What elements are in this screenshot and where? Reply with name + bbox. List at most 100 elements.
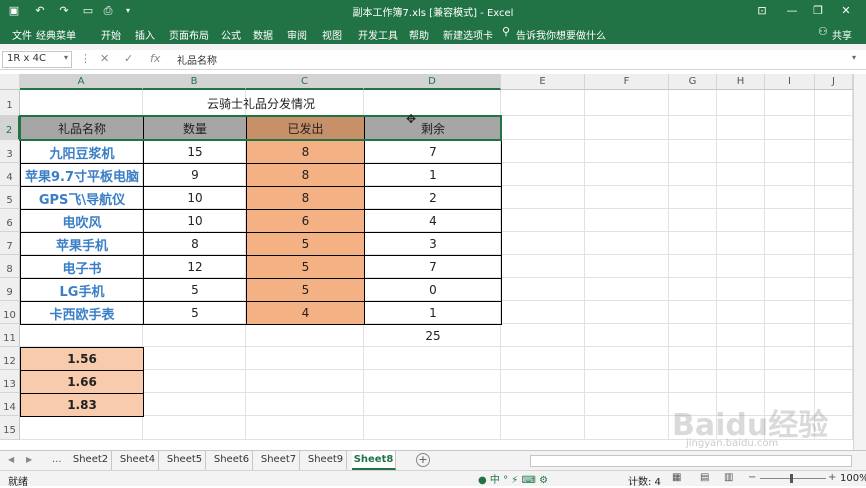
grid-cell[interactable] <box>765 278 815 301</box>
worksheet-grid[interactable]: A B C D E F G H I J 1 2 3 4 5 6 7 8 9 10 11 12 13 14 15 云骑士礼品分发情况… <box>0 74 866 450</box>
ribbon-tab[interactable]: 帮助 <box>409 27 429 42</box>
grid-cell[interactable] <box>765 116 815 140</box>
sent-cell[interactable]: 8 <box>246 186 365 210</box>
ribbon-tab[interactable]: 数据 <box>253 27 273 42</box>
remaining-cell[interactable]: 7 <box>364 255 502 279</box>
formula-input[interactable]: 礼品名称 <box>171 51 851 68</box>
row-header-8[interactable]: 8 <box>0 255 20 278</box>
name-box[interactable]: 1R x 4C ▾ <box>2 51 72 68</box>
grid-cell[interactable] <box>669 163 717 186</box>
sent-cell[interactable]: 8 <box>246 140 365 164</box>
sheet-tab-sheet2[interactable]: Sheet2 <box>70 451 112 470</box>
ribbon-display-icon[interactable]: ⊡ <box>752 2 772 20</box>
grid-cell[interactable] <box>717 347 765 370</box>
enter-icon[interactable]: ✓ <box>124 52 133 65</box>
grid-cell[interactable] <box>765 186 815 209</box>
row-header-10[interactable]: 10 <box>0 301 20 324</box>
remaining-cell[interactable]: 0 <box>364 278 502 302</box>
vertical-scrollbar[interactable] <box>853 74 866 450</box>
column-header-a[interactable]: A <box>20 74 143 90</box>
grid-cell[interactable] <box>815 278 853 301</box>
grid-cell[interactable] <box>717 301 765 324</box>
grid-cell[interactable] <box>717 324 765 347</box>
grid-cell[interactable] <box>501 416 585 440</box>
quantity-cell[interactable]: 10 <box>143 186 247 210</box>
gift-name-cell[interactable]: 苹果手机 <box>20 232 144 256</box>
row-header-5[interactable]: 5 <box>0 186 20 209</box>
grid-cell[interactable] <box>143 347 246 370</box>
share-button[interactable]: 共享 <box>832 27 852 42</box>
grid-cell[interactable] <box>717 209 765 232</box>
grid-cell[interactable] <box>585 370 669 393</box>
grid-cell[interactable] <box>143 393 246 416</box>
grid-cell[interactable] <box>815 347 853 370</box>
ribbon-tab[interactable]: 经典菜单 <box>36 27 76 42</box>
quantity-cell[interactable]: 10 <box>143 209 247 233</box>
quantity-cell[interactable]: 5 <box>143 278 247 302</box>
sheet-tab-sheet4[interactable]: Sheet4 <box>117 451 159 470</box>
normal-view-icon[interactable]: ▦ <box>672 472 681 483</box>
zoom-in-button[interactable]: + <box>828 472 836 483</box>
grid-cell[interactable] <box>815 140 853 163</box>
grid-cell[interactable] <box>717 163 765 186</box>
gift-name-cell[interactable]: 卡西欧手表 <box>20 301 144 325</box>
grid-cell[interactable] <box>143 370 246 393</box>
grid-cell[interactable] <box>765 301 815 324</box>
grid-cell[interactable] <box>501 209 585 232</box>
header-cell-0[interactable]: 礼品名称 <box>20 116 144 141</box>
zoom-level[interactable]: 100% <box>840 473 866 484</box>
zoom-slider-thumb[interactable] <box>790 474 793 483</box>
grid-cell[interactable] <box>501 301 585 324</box>
grid-cell[interactable] <box>501 186 585 209</box>
grid-cell[interactable] <box>717 140 765 163</box>
sent-cell[interactable]: 6 <box>246 209 365 233</box>
grid-cell[interactable] <box>501 278 585 301</box>
grid-cell[interactable] <box>815 255 853 278</box>
grid-cell[interactable] <box>765 347 815 370</box>
sent-cell[interactable]: 4 <box>246 301 365 325</box>
quantity-cell[interactable]: 5 <box>143 301 247 325</box>
column-header-e[interactable]: E <box>501 74 585 90</box>
grid-cell[interactable] <box>585 301 669 324</box>
restore-button[interactable]: ❐ <box>808 2 828 20</box>
ribbon-tab[interactable]: 审阅 <box>287 27 307 42</box>
remaining-cell[interactable]: 2 <box>364 186 502 210</box>
grid-cell[interactable] <box>765 163 815 186</box>
grid-cell[interactable] <box>20 416 143 440</box>
header-cell-2[interactable]: 已发出 <box>246 116 365 141</box>
sent-cell[interactable]: 5 <box>246 255 365 279</box>
quantity-cell[interactable]: 8 <box>143 232 247 256</box>
grid-cell[interactable] <box>717 370 765 393</box>
grid-cell[interactable] <box>501 90 585 116</box>
grid-cell[interactable] <box>815 324 853 347</box>
insert-function-icon[interactable]: fx <box>150 52 160 65</box>
grid-cell[interactable] <box>246 393 364 416</box>
sheet-tab-sheet7[interactable]: Sheet7 <box>258 451 300 470</box>
grid-cell[interactable] <box>765 90 815 116</box>
row-header-15[interactable]: 15 <box>0 416 20 440</box>
gift-name-cell[interactable]: 苹果9.7寸平板电脑 <box>20 163 144 187</box>
sheet-tab-sheet9[interactable]: Sheet9 <box>305 451 347 470</box>
grid-cell[interactable] <box>717 232 765 255</box>
grid-cell[interactable] <box>501 163 585 186</box>
grid-cell[interactable] <box>717 186 765 209</box>
ribbon-tab[interactable]: 开发工具 <box>358 27 398 42</box>
ratio-cell[interactable]: 1.83 <box>20 393 144 417</box>
grid-cell[interactable] <box>765 324 815 347</box>
grid-cell[interactable] <box>765 232 815 255</box>
ribbon-tab[interactable]: 开始 <box>101 27 121 42</box>
row-header-9[interactable]: 9 <box>0 278 20 301</box>
gift-name-cell[interactable]: GPS飞\导航仪 <box>20 186 144 210</box>
grid-cell[interactable] <box>246 370 364 393</box>
grid-cell[interactable] <box>246 324 364 347</box>
grid-cell[interactable] <box>669 116 717 140</box>
sheet-tab-sheet8[interactable]: Sheet8 <box>352 451 396 470</box>
ribbon-tab[interactable]: 视图 <box>322 27 342 42</box>
grid-cell[interactable] <box>364 416 501 440</box>
row-header-14[interactable]: 14 <box>0 393 20 416</box>
grid-cell[interactable] <box>669 370 717 393</box>
grid-cell[interactable] <box>364 370 501 393</box>
column-header-b[interactable]: B <box>143 74 246 90</box>
grid-cell[interactable] <box>501 140 585 163</box>
row-header-1[interactable]: 1 <box>0 90 20 116</box>
